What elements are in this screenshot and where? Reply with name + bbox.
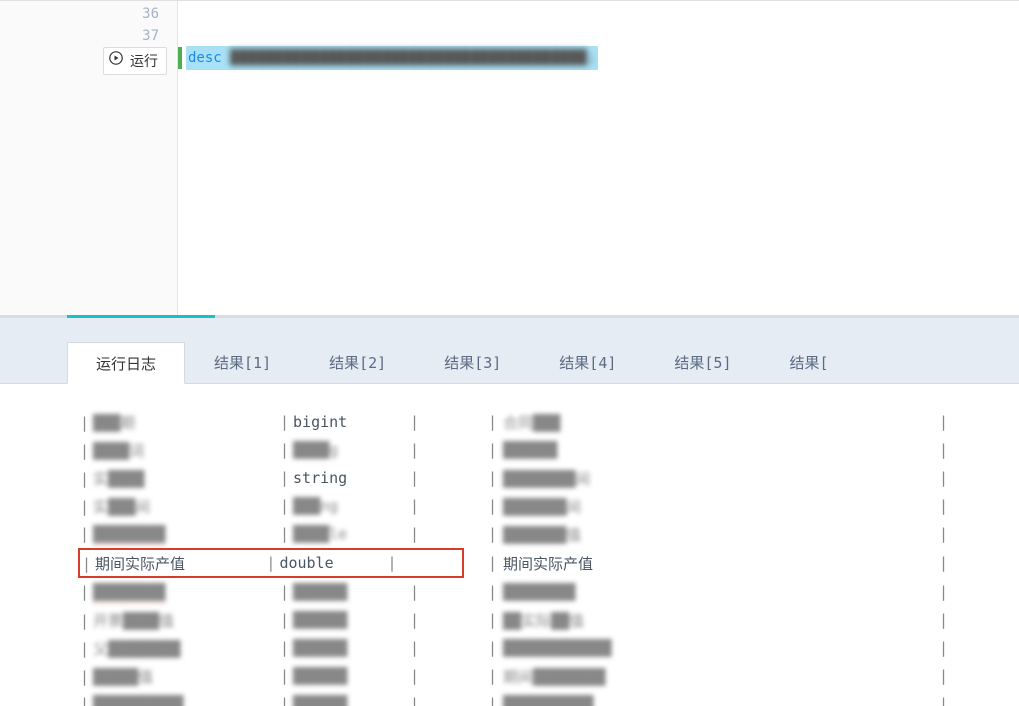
blurred-code: ████████████████████████████████████████… [230,50,596,66]
col-comment: 期间实际产值 [503,553,593,574]
play-icon [108,50,124,72]
table-row-highlighted: |期间实际产值 |double | [78,548,464,578]
code-body[interactable]: desc ███████████████████████████████████… [178,1,1019,315]
run-button[interactable]: 运行 [103,47,167,75]
run-label: 运行 [130,50,158,72]
output-panel: 运行日志 结果[1] 结果[2] 结果[3] 结果[4] 结果[5] 结果[ |… [0,315,1019,706]
col-type: double [279,554,333,572]
code-editor: 36 37 运行 desc ██████████████████████████… [0,0,1019,315]
panel-top-indicator [0,318,1019,342]
code-line[interactable]: desc ███████████████████████████████████… [178,47,1019,69]
log-output: |███期 |bigint | |████词 |████g | |实████ |… [0,384,1019,706]
line-number: 36 [0,3,159,25]
tab-run-log[interactable]: 运行日志 [67,342,185,384]
tab-result-4[interactable]: 结果[4] [530,342,645,383]
comment-column: |合同███| |██████| |████████间| |███████间| … [488,408,948,706]
tab-result-3[interactable]: 结果[3] [415,342,530,383]
line-number: 37 [0,25,159,47]
tab-result-2[interactable]: 结果[2] [300,342,415,383]
tab-result-1[interactable]: 结果[1] [185,342,300,383]
sql-keyword: desc [188,50,222,66]
result-tabs: 运行日志 结果[1] 结果[2] 结果[3] 结果[4] 结果[5] 结果[ [0,342,1019,384]
tab-result-6[interactable]: 结果[ [760,342,857,383]
tab-result-5[interactable]: 结果[5] [645,342,760,383]
line-gutter: 36 37 运行 [0,1,178,315]
col-name: 期间实际产值 [95,555,185,573]
